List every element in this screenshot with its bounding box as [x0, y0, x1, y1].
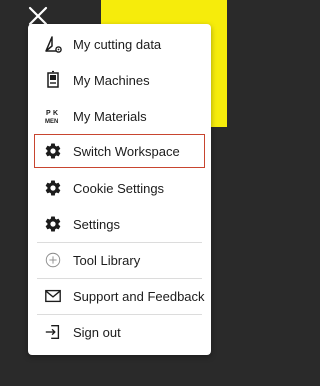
menu-item-label: Sign out: [73, 324, 121, 340]
gear-icon: [43, 178, 63, 198]
menu-item-label: My Machines: [73, 72, 150, 88]
menu-item-support-and-feedback[interactable]: Support and Feedback: [35, 279, 205, 313]
materials-icon: P K MEN: [43, 106, 63, 126]
svg-text:P: P: [46, 110, 51, 117]
cutting-data-icon: [43, 34, 63, 54]
tool-library-icon: [43, 250, 63, 270]
machine-icon: [43, 70, 63, 90]
menu-item-label: My cutting data: [73, 36, 162, 52]
menu-item-label: Cookie Settings: [73, 180, 165, 196]
mail-icon: [43, 286, 63, 306]
menu-item-label: My Materials: [73, 108, 147, 124]
sign-out-icon: [43, 322, 63, 342]
gear-icon: [43, 214, 63, 234]
menu-item-label: Tool Library: [73, 252, 141, 268]
menu-item-switch-workspace[interactable]: Switch Workspace: [34, 134, 205, 168]
menu-item-sign-out[interactable]: Sign out: [35, 315, 204, 349]
gear-icon: [43, 141, 63, 161]
menu-item-label: Settings: [73, 216, 120, 232]
menu-item-label: Support and Feedback: [73, 288, 205, 304]
svg-text:MEN: MEN: [45, 119, 58, 125]
svg-text:K: K: [53, 110, 58, 117]
app-screen: My cutting data My Machines P K MEN My M…: [0, 0, 266, 386]
menu-item-cookie-settings[interactable]: Cookie Settings: [35, 171, 204, 205]
menu-item-label: Switch Workspace: [73, 143, 180, 159]
menu-item-settings[interactable]: Settings: [35, 207, 204, 241]
menu-item-tool-library[interactable]: Tool Library: [35, 243, 204, 277]
menu-item-my-materials[interactable]: P K MEN My Materials: [35, 99, 204, 133]
user-menu: My cutting data My Machines P K MEN My M…: [28, 24, 211, 355]
menu-item-my-machines[interactable]: My Machines: [35, 63, 204, 97]
menu-item-my-cutting-data[interactable]: My cutting data: [35, 27, 204, 61]
